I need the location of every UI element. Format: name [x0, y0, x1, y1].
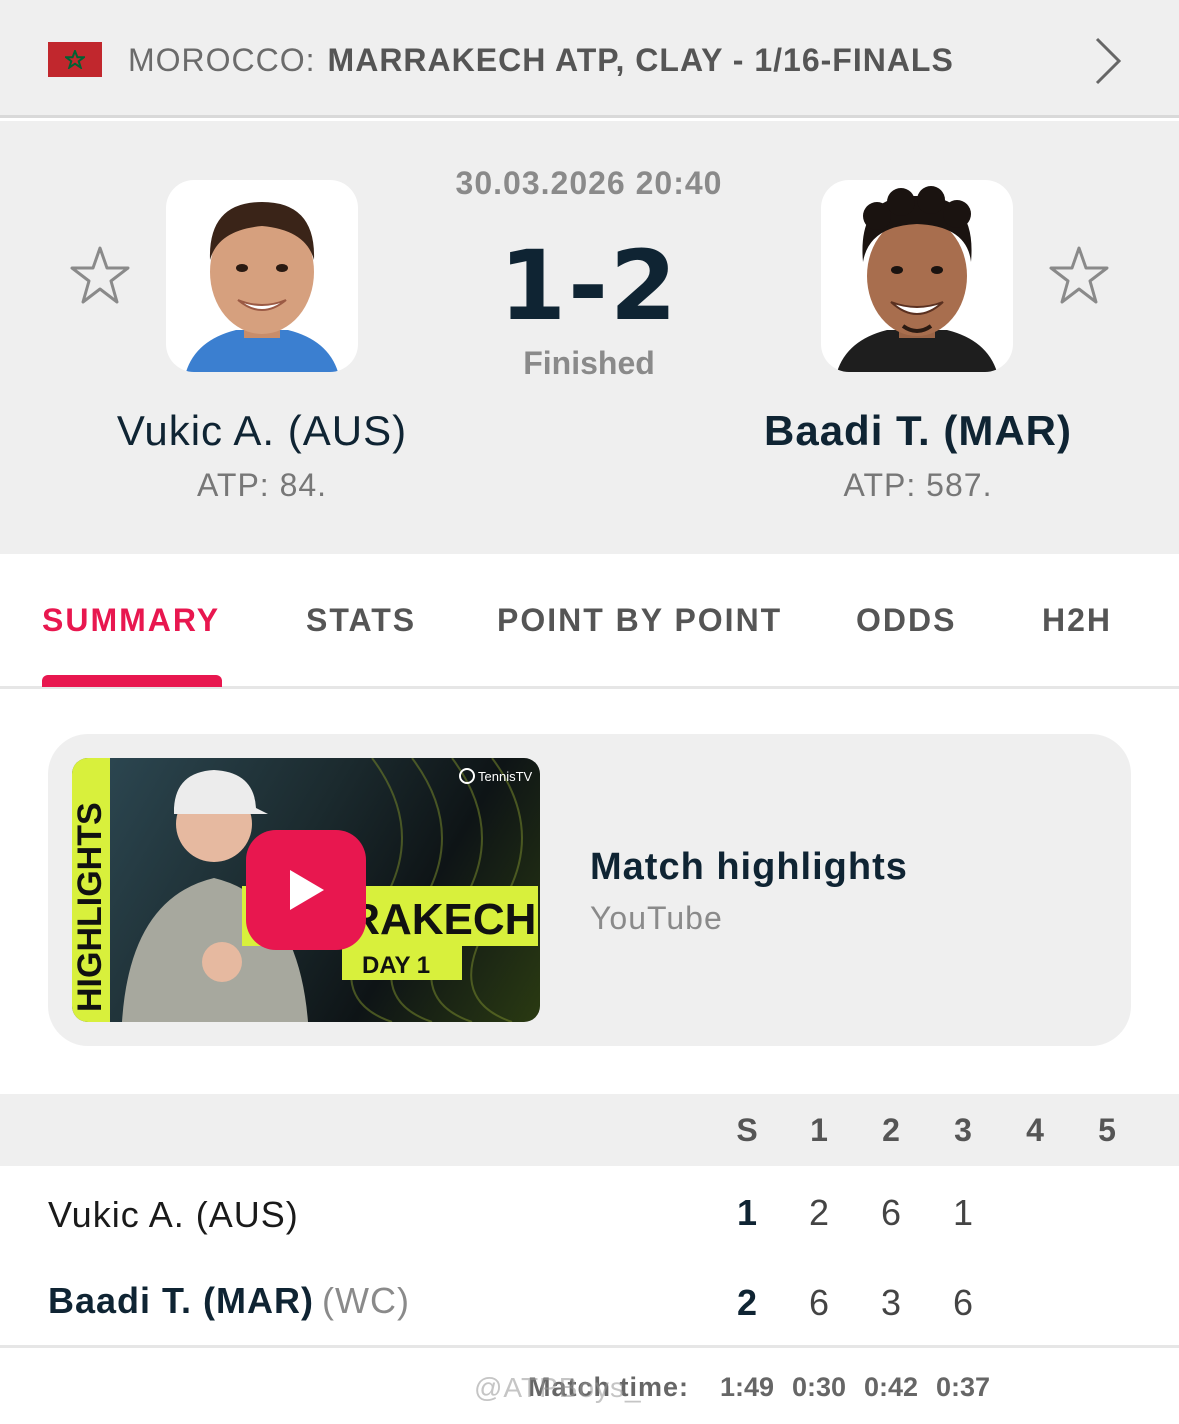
header-set-5: 5: [1098, 1112, 1116, 1148]
tab-summary[interactable]: SUMMARY: [42, 602, 220, 639]
home-player-name[interactable]: Vukic A. (AUS): [52, 407, 472, 455]
favorite-star-icon-away[interactable]: [1048, 245, 1110, 307]
play-button-icon[interactable]: [246, 830, 366, 950]
match-time-set-2: 0:42: [863, 1372, 919, 1402]
row-away-set-3: 6: [952, 1282, 974, 1323]
thumbnail-day-text: DAY 1: [362, 952, 430, 979]
home-player-photo[interactable]: [166, 180, 358, 372]
tournament-name: MARRAKECH ATP, CLAY - 1/16-FINALS: [327, 42, 954, 78]
tournament-header[interactable]: MOROCCO: MARRAKECH ATP, CLAY - 1/16-FINAL…: [0, 0, 1179, 118]
row-away-set-1: 6: [808, 1282, 830, 1323]
row-home-set-3: 1: [952, 1192, 974, 1233]
match-time-set-3: 0:37: [935, 1372, 991, 1402]
chevron-right-icon[interactable]: [1092, 36, 1124, 86]
home-player-rank: ATP: 84.: [196, 467, 328, 503]
away-player-photo[interactable]: [821, 180, 1013, 372]
row-home-set-1: 2: [808, 1192, 830, 1233]
thumbnail-brand-text: TennisTV: [478, 769, 533, 784]
row-home-set-2: 6: [880, 1192, 902, 1233]
match-status: Finished: [523, 345, 655, 381]
thumbnail-side-text: HIGHLIGHTS: [72, 802, 109, 1012]
row-away-total: 2: [736, 1282, 758, 1323]
tournament-title: MOROCCO: MARRAKECH ATP, CLAY - 1/16-FINAL…: [128, 40, 954, 80]
row-away-name: Baadi T. (MAR): [48, 1280, 314, 1321]
away-player-name[interactable]: Baadi T. (MAR): [708, 407, 1128, 455]
header-set-4: 4: [1026, 1112, 1044, 1148]
highlights-source: YouTube: [590, 900, 723, 936]
scoreboard-header: S 1 2 3 4 5: [0, 1094, 1179, 1166]
tab-point-by-point[interactable]: POINT BY POINT: [497, 602, 782, 639]
row-home-total: 1: [736, 1192, 758, 1233]
match-header: 30.03.2026 20:40 1-2 Finished Vukic A. (…: [0, 121, 1179, 554]
row-away-set-2: 3: [880, 1282, 902, 1323]
row-away-name-line: Baadi T. (MAR) (WC): [48, 1280, 410, 1322]
tab-bar: SUMMARY STATS POINT BY POINT ODDS H2H: [0, 554, 1179, 689]
favorite-star-icon-home[interactable]: [69, 245, 131, 307]
watermark: @ATPBoys_: [474, 1372, 642, 1403]
row-home-name: Vukic A. (AUS): [48, 1194, 299, 1235]
divider: [0, 1345, 1179, 1348]
highlights-card[interactable]: HIGHLIGHTS MARRAKECH DAY 1 TennisTV Matc…: [48, 734, 1131, 1046]
match-score: 1-2: [499, 230, 679, 342]
header-set-2: 2: [882, 1112, 900, 1148]
match-time-total: 1:49: [719, 1372, 775, 1402]
tab-odds[interactable]: ODDS: [856, 602, 956, 639]
morocco-flag-icon: [48, 42, 102, 77]
wildcard-tag: (WC): [322, 1280, 410, 1321]
tab-h2h[interactable]: H2H: [1042, 602, 1112, 639]
tournament-country: MOROCCO:: [128, 42, 316, 78]
away-player-rank: ATP: 587.: [843, 467, 993, 503]
active-tab-indicator: [42, 675, 222, 687]
match-datetime: 30.03.2026 20:40: [455, 165, 723, 201]
header-set-1: 1: [810, 1112, 828, 1148]
match-time-set-1: 0:30: [791, 1372, 847, 1402]
tab-stats[interactable]: STATS: [306, 602, 416, 639]
header-set-3: 3: [954, 1112, 972, 1148]
highlights-thumbnail[interactable]: HIGHLIGHTS MARRAKECH DAY 1 TennisTV: [72, 758, 540, 1022]
header-sets: S: [736, 1112, 758, 1148]
highlights-title[interactable]: Match highlights: [590, 846, 908, 889]
